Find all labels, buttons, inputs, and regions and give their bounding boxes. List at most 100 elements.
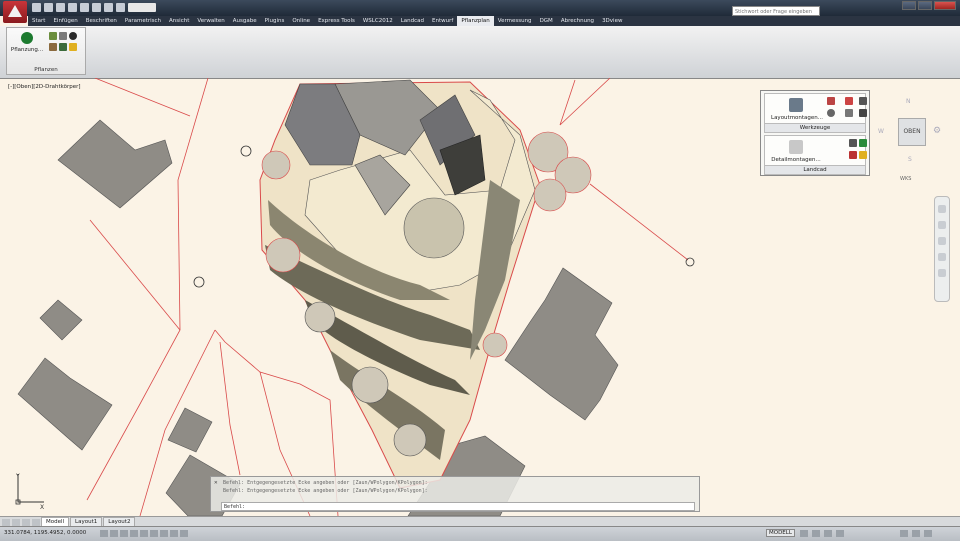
- tab-dgm[interactable]: DGM: [536, 16, 557, 26]
- tab-entwurf[interactable]: Entwurf: [428, 16, 457, 26]
- polar-toggle[interactable]: [130, 530, 138, 537]
- tab-wslc2012[interactable]: WSLC2012: [359, 16, 397, 26]
- panel-title: Pflanzen: [34, 67, 58, 73]
- tool-icon[interactable]: [859, 109, 867, 117]
- tab-ausgabe[interactable]: Ausgabe: [229, 16, 261, 26]
- ribbon-panel-area: Pflanzung... Pflanzen: [0, 26, 960, 79]
- landcad-caption: Landcad: [765, 165, 865, 174]
- tool-icon[interactable]: [845, 97, 853, 105]
- new-icon[interactable]: [32, 3, 41, 12]
- help-icon[interactable]: [69, 43, 77, 51]
- command-input[interactable]: Befehl:: [221, 502, 695, 511]
- color-swatch-icon[interactable]: [116, 3, 125, 12]
- detailmontagen-button[interactable]: Detailmontagen...: [771, 157, 821, 163]
- open-icon[interactable]: [44, 3, 53, 12]
- tool-icon[interactable]: [827, 97, 835, 105]
- tab-landcad[interactable]: Landcad: [397, 16, 428, 26]
- quick-access-toolbar: [32, 3, 156, 13]
- pflanzung-button[interactable]: Pflanzung...: [9, 30, 45, 60]
- tab-einfügen[interactable]: Einfügen: [49, 16, 81, 26]
- building: [39, 299, 83, 341]
- viewport-label[interactable]: [-][Oben][2D-Drahtkörper]: [8, 84, 81, 90]
- help-icon[interactable]: [859, 151, 867, 159]
- viewcube-north[interactable]: N: [906, 98, 911, 105]
- search-input[interactable]: Stichwort oder Frage eingeben: [732, 6, 820, 16]
- ducs-toggle[interactable]: [160, 530, 168, 537]
- layout-first-icon[interactable]: [12, 518, 20, 526]
- lock-icon[interactable]: [912, 530, 920, 537]
- tab-vermessung[interactable]: Vermessung: [494, 16, 536, 26]
- lwt-toggle[interactable]: [180, 530, 188, 537]
- tab-abrechnung[interactable]: Abrechnung: [557, 16, 598, 26]
- coordinates-readout: 331.0784, 1195.4952, 0.0000: [4, 530, 87, 536]
- snap-toggle[interactable]: [100, 530, 108, 537]
- panel-pflanzen: Pflanzung... Pflanzen: [6, 27, 86, 75]
- grid-toggle[interactable]: [110, 530, 118, 537]
- building: [17, 357, 113, 451]
- print-icon[interactable]: [80, 3, 89, 12]
- maximize-button[interactable]: [918, 1, 932, 10]
- tab-parametrisch[interactable]: Parametrisch: [121, 16, 165, 26]
- plant-group-icon[interactable]: [49, 32, 57, 40]
- tool-icon[interactable]: [827, 109, 835, 117]
- viewcube-face[interactable]: OBEN: [903, 128, 920, 135]
- status-bar: 331.0784, 1195.4952, 0.0000 MODELL: [0, 526, 960, 541]
- steeringwheel-icon[interactable]: [938, 205, 946, 213]
- tab-express-tools[interactable]: Express Tools: [314, 16, 359, 26]
- osnap-toggle[interactable]: [140, 530, 148, 537]
- tab-start[interactable]: Start: [28, 16, 49, 26]
- autocad-logo-icon: [8, 5, 22, 17]
- layout-last-icon[interactable]: [32, 518, 40, 526]
- pan-icon[interactable]: [938, 221, 946, 229]
- application-menu-button[interactable]: [3, 1, 27, 23]
- model-space-button[interactable]: MODELL: [766, 529, 795, 537]
- layout-next-icon[interactable]: [22, 518, 30, 526]
- ucs-icon: Y X: [15, 473, 44, 510]
- tool-icon[interactable]: [859, 97, 867, 105]
- redo-icon[interactable]: [104, 3, 113, 12]
- wcs-menu[interactable]: WKS: [900, 176, 911, 182]
- minimize-button[interactable]: [902, 1, 916, 10]
- tab-plugins[interactable]: Plugins: [261, 16, 289, 26]
- tab-ansicht[interactable]: Ansicht: [165, 16, 193, 26]
- cleanscreen-icon[interactable]: [924, 530, 932, 537]
- tab-verwalten[interactable]: Verwalten: [193, 16, 228, 26]
- viewcube-south[interactable]: S: [908, 156, 912, 163]
- pan-icon[interactable]: [812, 530, 820, 537]
- otrack-toggle[interactable]: [150, 530, 158, 537]
- layoutmontagen-button[interactable]: Layoutmontagen...: [771, 115, 823, 121]
- close-icon[interactable]: ✕: [214, 479, 218, 486]
- workspace-icon[interactable]: [900, 530, 908, 537]
- tab-pflanzplan[interactable]: Pflanzplan: [457, 16, 494, 26]
- tree: [393, 423, 427, 457]
- zoom-icon[interactable]: [938, 237, 946, 245]
- close-button[interactable]: [934, 1, 956, 10]
- orbit-icon[interactable]: [938, 253, 946, 261]
- ortho-toggle[interactable]: [120, 530, 128, 537]
- tab-3dview[interactable]: 3Dview: [598, 16, 626, 26]
- tool-icon[interactable]: [845, 109, 853, 117]
- tool-icon[interactable]: [849, 139, 857, 147]
- plant-list-icon[interactable]: [49, 43, 57, 51]
- layout-prev-icon[interactable]: [2, 518, 10, 526]
- viewcube-west[interactable]: W: [878, 128, 884, 135]
- showmotion-icon[interactable]: [938, 269, 946, 277]
- workspace-dropdown[interactable]: [128, 3, 156, 12]
- viewcube-home-icon[interactable]: ⚙: [933, 126, 941, 136]
- layout-view-icon[interactable]: [800, 530, 808, 537]
- dyn-toggle[interactable]: [170, 530, 178, 537]
- plant-edit-icon[interactable]: [59, 32, 67, 40]
- tab-beschriften[interactable]: Beschriften: [82, 16, 121, 26]
- info-icon[interactable]: [69, 32, 77, 40]
- command-history-line: Befehl: Entgegengesetzte Ecke angeben od…: [223, 488, 428, 494]
- save-icon[interactable]: [56, 3, 65, 12]
- tool-icon[interactable]: [849, 151, 857, 159]
- tool-icon[interactable]: [859, 139, 867, 147]
- annotation-scale-icon[interactable]: [836, 530, 844, 537]
- undo-icon[interactable]: [92, 3, 101, 12]
- tab-online[interactable]: Online: [288, 16, 314, 26]
- plant-label-icon[interactable]: [59, 43, 67, 51]
- zoom-icon[interactable]: [824, 530, 832, 537]
- saveas-icon[interactable]: [68, 3, 77, 12]
- viewcube[interactable]: OBEN: [898, 118, 926, 146]
